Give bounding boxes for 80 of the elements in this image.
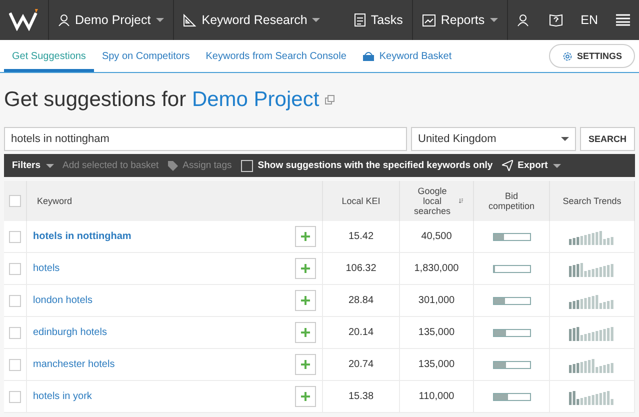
row-checkbox[interactable] bbox=[9, 230, 21, 242]
kei-value: 20.14 bbox=[348, 327, 374, 338]
menu-icon bbox=[616, 14, 630, 26]
bid-competition-bar bbox=[492, 360, 530, 368]
column-header: Local KEI bbox=[342, 196, 380, 206]
plus-icon bbox=[301, 392, 310, 401]
plus-icon bbox=[301, 360, 310, 369]
report-icon bbox=[422, 14, 436, 26]
searches-value: 135,000 bbox=[418, 327, 455, 338]
column-header: Bid competition bbox=[487, 191, 536, 211]
keyword-link[interactable]: london hotels bbox=[33, 295, 92, 306]
add-keyword-button[interactable] bbox=[295, 258, 316, 279]
add-keyword-button[interactable] bbox=[295, 322, 316, 343]
settings-button[interactable]: SETTINGS bbox=[548, 44, 635, 68]
keyword-link[interactable]: hotels in york bbox=[33, 391, 92, 402]
row-checkbox[interactable] bbox=[9, 294, 21, 306]
column-header: Keyword bbox=[37, 196, 72, 206]
basket-icon bbox=[362, 50, 376, 62]
ruler-icon bbox=[182, 13, 197, 27]
trend-sparkline bbox=[569, 260, 615, 276]
keyword-link[interactable]: manchester hotels bbox=[33, 359, 115, 370]
user-icon bbox=[58, 14, 70, 26]
plus-icon bbox=[301, 232, 310, 241]
trend-sparkline bbox=[569, 388, 615, 404]
trend-sparkline bbox=[569, 292, 615, 308]
row-checkbox[interactable] bbox=[9, 390, 21, 402]
add-keyword-button[interactable] bbox=[295, 386, 316, 407]
tab[interactable]: Keyword Basket bbox=[354, 40, 460, 72]
row-checkbox[interactable] bbox=[9, 262, 21, 274]
send-icon bbox=[502, 160, 513, 171]
bid-competition-bar bbox=[492, 264, 530, 272]
trend-sparkline bbox=[569, 324, 615, 340]
checklist-icon bbox=[354, 13, 366, 27]
bid-competition-bar bbox=[492, 296, 530, 304]
column-header: Search Trends bbox=[562, 196, 622, 206]
keyword-link[interactable]: hotels bbox=[33, 263, 60, 274]
specified-only-checkbox[interactable]: Show suggestions with the specified keywords only bbox=[240, 160, 493, 172]
page-title: Get suggestions for Demo Project bbox=[4, 88, 320, 112]
search-button[interactable]: SEARCH bbox=[580, 127, 635, 151]
trend-sparkline bbox=[569, 356, 615, 372]
kei-value: 15.42 bbox=[348, 231, 374, 242]
select-all-checkbox[interactable] bbox=[9, 195, 21, 207]
kei-value: 106.32 bbox=[346, 263, 376, 274]
language-button[interactable]: EN bbox=[572, 0, 607, 40]
kei-value: 15.38 bbox=[348, 391, 374, 402]
tab[interactable]: Spy on Competitors bbox=[94, 40, 198, 72]
export-menu[interactable]: Export bbox=[502, 160, 561, 171]
plus-icon bbox=[301, 328, 310, 337]
tag-icon bbox=[168, 160, 178, 170]
row-checkbox[interactable] bbox=[9, 358, 21, 370]
bid-competition-bar bbox=[492, 328, 530, 336]
kei-value: 28.84 bbox=[348, 295, 374, 306]
tab[interactable]: Keywords from Search Console bbox=[198, 40, 354, 72]
keyword-link[interactable]: edinburgh hotels bbox=[33, 327, 107, 338]
searches-value: 301,000 bbox=[418, 295, 455, 306]
plus-icon bbox=[301, 296, 310, 305]
filters-menu[interactable]: Filters bbox=[12, 160, 54, 171]
add-keyword-button[interactable] bbox=[295, 226, 316, 247]
trend-sparkline bbox=[569, 228, 615, 244]
copy-icon[interactable] bbox=[325, 95, 336, 105]
bid-competition-bar bbox=[492, 392, 530, 400]
row-checkbox[interactable] bbox=[9, 326, 21, 338]
searches-value: 110,000 bbox=[418, 391, 454, 402]
add-keyword-button[interactable] bbox=[295, 354, 316, 375]
kei-value: 20.74 bbox=[348, 359, 374, 370]
module-menu[interactable]: Keyword Research bbox=[174, 0, 330, 40]
add-keyword-button[interactable] bbox=[295, 290, 316, 311]
keyword-input[interactable]: hotels in nottingham bbox=[4, 127, 407, 151]
sort-icon[interactable] bbox=[458, 196, 463, 206]
plus-icon bbox=[301, 264, 310, 273]
searches-value: 1,830,000 bbox=[414, 263, 459, 274]
keyword-link[interactable]: hotels in nottingham bbox=[33, 231, 132, 242]
country-select[interactable]: United Kingdom bbox=[411, 127, 576, 151]
logo-icon bbox=[9, 9, 39, 31]
bid-competition-bar bbox=[492, 232, 530, 240]
help-book-icon bbox=[548, 13, 563, 27]
searches-value: 40,500 bbox=[421, 231, 452, 242]
column-header: Google local searches bbox=[412, 186, 452, 216]
settings-icon bbox=[562, 50, 573, 62]
searches-value: 135,000 bbox=[418, 359, 455, 370]
